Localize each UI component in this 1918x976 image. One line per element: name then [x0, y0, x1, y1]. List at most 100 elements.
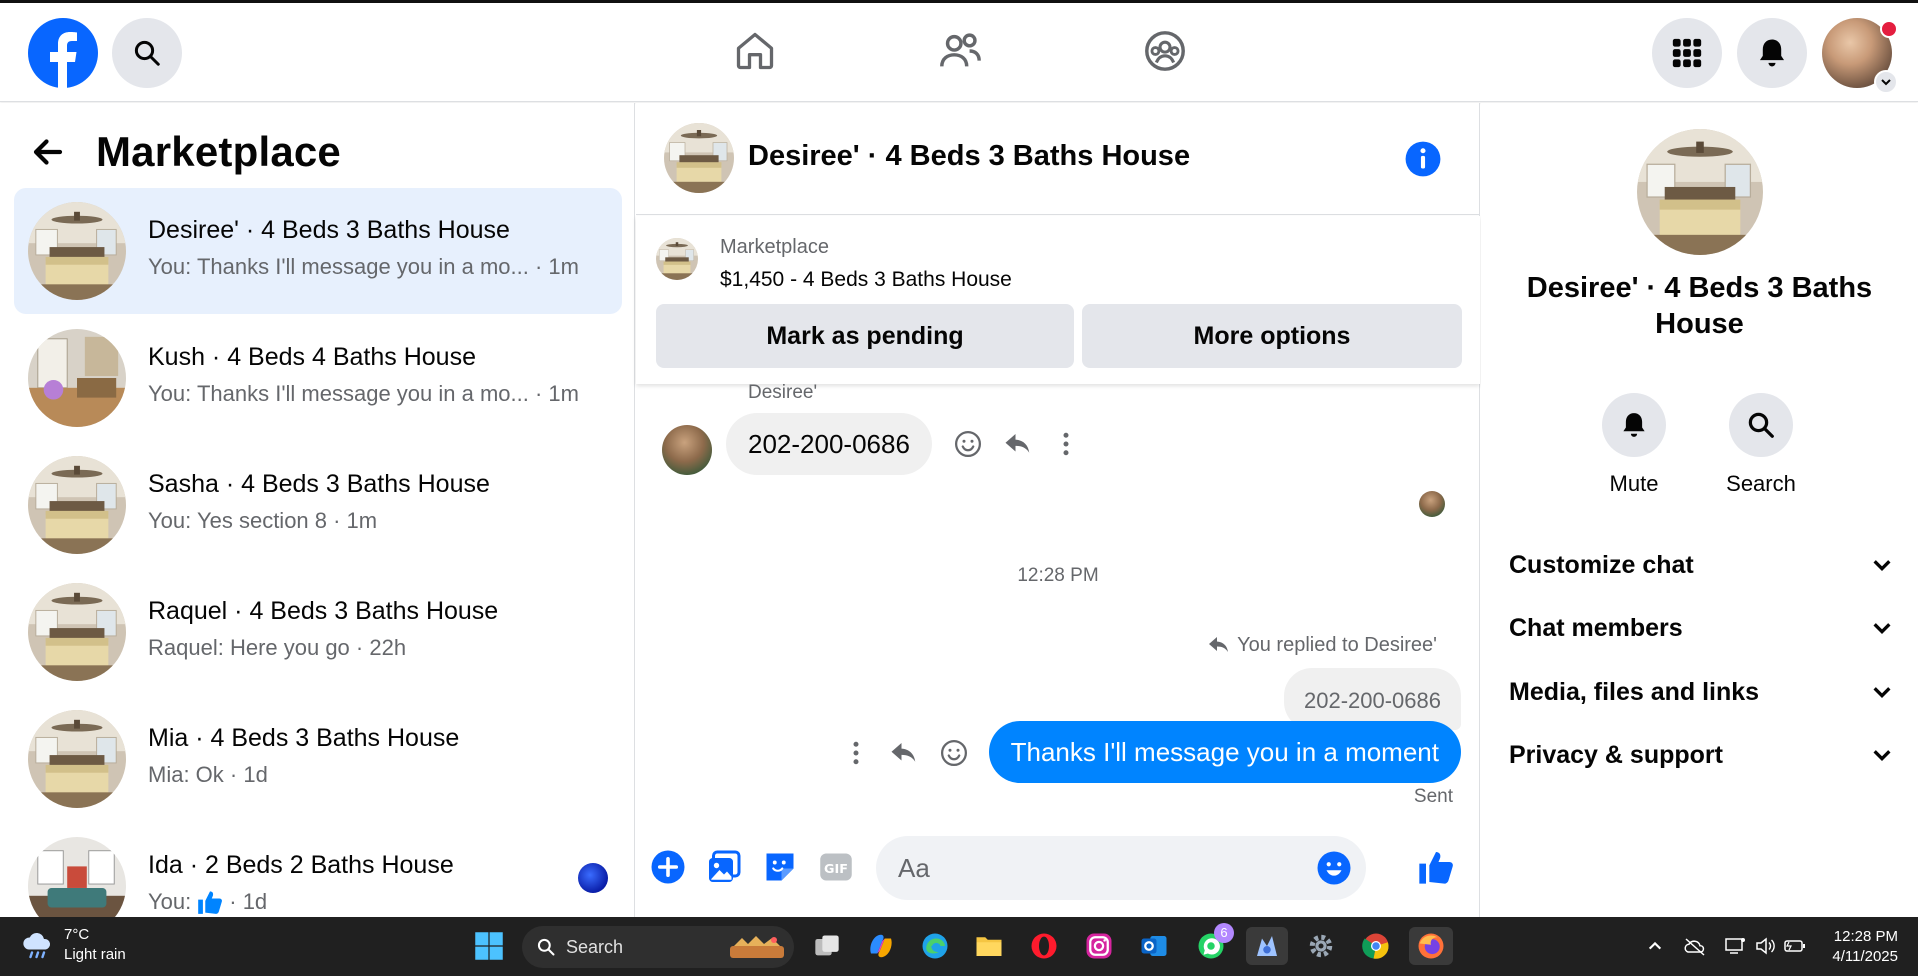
chevron-down-icon: [1873, 687, 1891, 699]
profile-avatar-button[interactable]: [1822, 18, 1898, 94]
account-chevron-icon: [1874, 70, 1898, 94]
conversation-item[interactable]: Sasha · 4 Beds 3 Baths House You: Yes se…: [14, 442, 622, 568]
mute-label: Mute: [1609, 471, 1659, 496]
conversation-item[interactable]: Kush · 4 Beds 4 Baths House You: Thanks …: [14, 315, 622, 441]
mark-as-pending-button[interactable]: Mark as pending: [656, 304, 1074, 368]
windows-logo-icon: [475, 932, 503, 960]
section-label: Media, files and links: [1509, 677, 1760, 706]
mute-button[interactable]: Mute: [1579, 393, 1689, 497]
active-app-window[interactable]: [1246, 927, 1288, 965]
conversation-item[interactable]: Raquel · 4 Beds 3 Baths House Raquel: He…: [14, 569, 622, 695]
volume-tray-icon[interactable]: [1752, 933, 1778, 959]
listing-thumbnail: [28, 710, 126, 808]
back-arrow-icon[interactable]: [30, 134, 66, 170]
reply-button[interactable]: [886, 735, 922, 771]
conversation-snippet: Mia: Ok · 1d: [148, 762, 268, 787]
windows-taskbar: 7°C Light rain Search 6 12:28 PM 4/11/20…: [0, 917, 1918, 976]
bell-icon: [1623, 413, 1645, 437]
edge-browser-app[interactable]: [916, 927, 954, 965]
search-in-conversation-button[interactable]: Search: [1706, 393, 1816, 497]
groups-nav-button[interactable]: [1137, 23, 1193, 79]
message-input[interactable]: [898, 836, 1298, 900]
like-send-button[interactable]: [1416, 847, 1456, 887]
reply-icon: [1209, 637, 1229, 652]
task-view-button[interactable]: [808, 927, 846, 965]
thumbs-up-icon: [1419, 852, 1453, 884]
listing-price[interactable]: $1,450 - 4 Beds 3 Baths House: [720, 268, 1012, 292]
gear-icon: [1309, 934, 1333, 958]
listing-thumbnail[interactable]: [656, 238, 698, 280]
notifications-button[interactable]: [1737, 18, 1807, 88]
show-hidden-icons-button[interactable]: [1642, 933, 1668, 959]
chat-details-panel: Desiree' · 4 Beds 3 Baths House Mute Sea…: [1481, 103, 1918, 917]
onedrive-tray-icon[interactable]: [1682, 933, 1708, 959]
copilot-app[interactable]: [862, 927, 900, 965]
conversation-item[interactable]: Ida · 2 Beds 2 Baths House You: · 1d: [14, 823, 622, 917]
friends-icon: [940, 33, 981, 67]
file-explorer-app[interactable]: [970, 927, 1008, 965]
folder-icon: [976, 937, 1002, 956]
more-actions-button[interactable]: [1048, 426, 1084, 462]
network-tray-icon[interactable]: [1722, 933, 1748, 959]
conversation-snippet: You: Thanks I'll message you in a mo... …: [148, 381, 579, 406]
chat-header: Desiree' · 4 Beds 3 Baths House: [636, 103, 1480, 215]
section-label: Privacy & support: [1509, 740, 1723, 769]
incoming-message-bubble[interactable]: 202-200-0686: [726, 413, 932, 475]
chrome-browser-app[interactable]: [1357, 927, 1395, 965]
chat-title[interactable]: Desiree' · 4 Beds 3 Baths House: [748, 140, 1190, 173]
opera-browser-app[interactable]: [1025, 927, 1063, 965]
sticker-button[interactable]: [760, 847, 800, 887]
system-clock[interactable]: 12:28 PM 4/11/2025: [1832, 927, 1898, 967]
reply-context-text: You replied to Desiree': [1237, 633, 1437, 656]
chat-members-section[interactable]: Chat members: [1509, 603, 1893, 653]
media-files-links-section[interactable]: Media, files and links: [1509, 667, 1893, 717]
vertical-dots-icon: [1063, 432, 1069, 456]
search-button[interactable]: [112, 18, 182, 88]
info-icon[interactable]: [1404, 140, 1442, 178]
whatsapp-app[interactable]: 6: [1192, 923, 1234, 965]
conversation-snippet: Raquel: Here you go · 22h: [148, 635, 407, 660]
details-avatar[interactable]: [1637, 129, 1763, 255]
menu-button[interactable]: [1652, 18, 1722, 88]
sender-avatar[interactable]: [662, 425, 712, 475]
search-icon: [1748, 412, 1774, 438]
facebook-logo-icon[interactable]: [28, 18, 98, 88]
reply-button[interactable]: [1000, 426, 1036, 462]
taskbar-search-box[interactable]: Search: [522, 926, 794, 968]
react-button[interactable]: [936, 735, 972, 771]
outlook-app[interactable]: [1135, 927, 1173, 965]
privacy-support-section[interactable]: Privacy & support: [1509, 730, 1893, 780]
cloud-offline-icon: [1684, 938, 1705, 956]
react-button[interactable]: [950, 426, 986, 462]
weather-widget[interactable]: 7°C Light rain: [20, 925, 126, 965]
opera-icon: [1031, 933, 1057, 959]
more-options-button[interactable]: More options: [1082, 304, 1462, 368]
gif-button[interactable]: GIF: [816, 847, 856, 887]
more-actions-button[interactable]: [838, 735, 874, 771]
plus-circle-icon: [651, 850, 685, 884]
more-actions-plus-button[interactable]: [648, 847, 688, 887]
customize-chat-section[interactable]: Customize chat: [1509, 540, 1893, 590]
battery-tray-icon[interactable]: [1782, 933, 1808, 959]
reply-context: You replied to Desiree': [1207, 633, 1437, 657]
chat-avatar[interactable]: [664, 123, 734, 193]
sticker-icon: [766, 853, 794, 881]
chevron-down-icon: [1873, 750, 1891, 762]
friends-nav-button[interactable]: [932, 23, 988, 79]
bell-icon: [1759, 39, 1785, 67]
settings-app[interactable]: [1302, 927, 1340, 965]
firefox-icon: [1418, 933, 1444, 959]
page-title: Marketplace: [96, 128, 341, 175]
attach-photo-button[interactable]: [704, 847, 744, 887]
outgoing-message-bubble[interactable]: Thanks I'll message you in a moment: [988, 721, 1461, 783]
emoji-icon[interactable]: [1316, 850, 1352, 886]
search-label: Search: [1726, 471, 1796, 496]
conversation-item[interactable]: Desiree' · 4 Beds 3 Baths House You: Tha…: [14, 188, 622, 314]
chevron-up-icon: [1648, 941, 1662, 950]
listing-thumbnail: [28, 202, 126, 300]
home-nav-button[interactable]: [727, 23, 783, 79]
start-button[interactable]: [470, 927, 508, 965]
conversation-item[interactable]: Mia · 4 Beds 3 Baths House Mia: Ok · 1d: [14, 696, 622, 822]
firefox-browser-app[interactable]: [1409, 927, 1453, 965]
instagram-app[interactable]: [1080, 927, 1118, 965]
